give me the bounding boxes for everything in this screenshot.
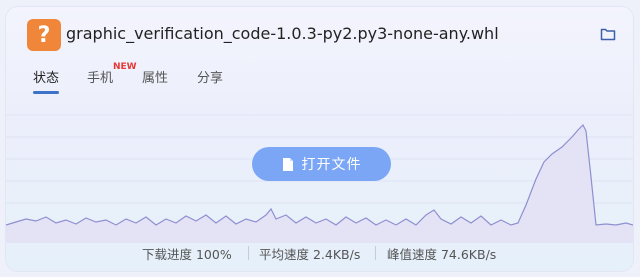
question-file-icon: ?: [27, 19, 61, 51]
average-speed: 平均速度 2.4KB/s: [259, 247, 361, 262]
download-stats: 下载进度 100% 平均速度 2.4KB/s 峰值速度 74.6KB/s: [6, 244, 633, 266]
tab-share[interactable]: 分享: [197, 67, 223, 86]
new-badge: NEW: [113, 62, 137, 72]
active-tab-indicator: [33, 91, 59, 94]
speed-graph-fill: [6, 125, 633, 243]
divider: [248, 246, 249, 260]
document-icon: [282, 157, 293, 171]
folder-icon[interactable]: [600, 27, 616, 41]
tab-properties[interactable]: 属性: [142, 67, 168, 86]
download-progress: 下载进度 100%: [142, 247, 232, 262]
download-card: ? graphic_verification_code-1.0.3-py2.py…: [6, 7, 633, 271]
peak-speed: 峰值速度 74.6KB/s: [387, 247, 497, 262]
tab-status[interactable]: 状态: [33, 67, 59, 86]
open-file-button[interactable]: 打开文件: [252, 147, 391, 181]
open-file-label: 打开文件: [301, 157, 362, 173]
tab-phone[interactable]: 手机: [87, 67, 113, 86]
file-name: graphic_verification_code-1.0.3-py2.py3-…: [66, 24, 499, 43]
divider: [375, 246, 376, 260]
